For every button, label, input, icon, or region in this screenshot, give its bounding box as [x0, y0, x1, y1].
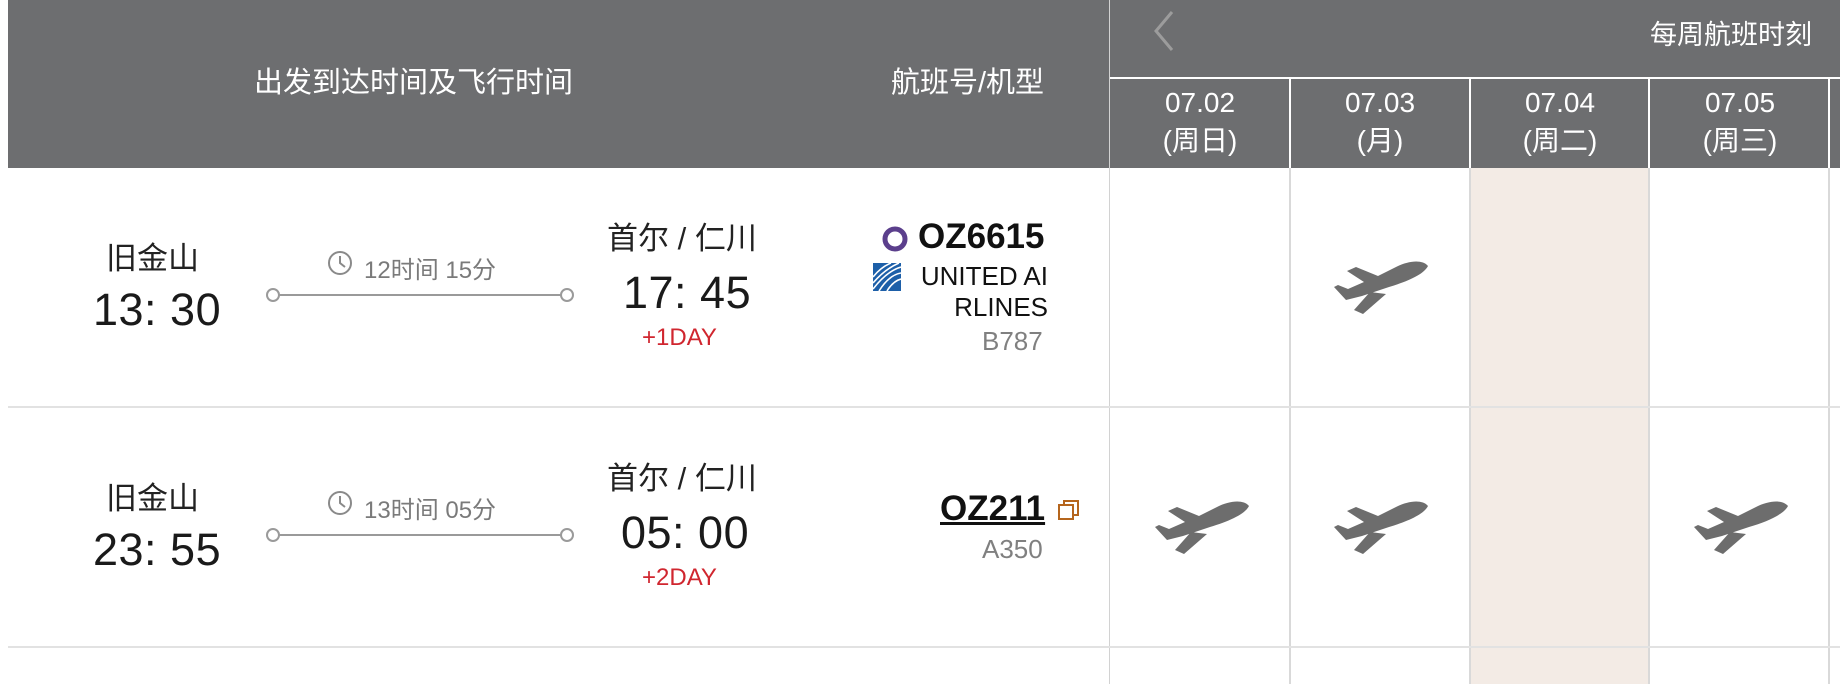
clock-icon — [327, 490, 353, 516]
clock-icon — [327, 250, 353, 276]
day-weekday: (月) — [1356, 125, 1404, 156]
column-divider — [1109, 0, 1110, 684]
day-column-header: 07.04 (周二) — [1471, 84, 1649, 173]
day-weekday: (周二) — [1522, 125, 1598, 156]
column-divider — [1469, 79, 1471, 684]
aircraft-type: B787 — [982, 326, 1043, 356]
day-column-header: 07.02 (周日) — [1111, 84, 1289, 173]
day-weekday: (周三) — [1702, 125, 1778, 156]
day-weekday: (周日) — [1162, 125, 1238, 156]
departure-city: 旧金山 — [106, 481, 199, 516]
plane-icon — [1155, 498, 1251, 556]
plane-icon — [1334, 258, 1430, 316]
duration-track — [273, 534, 567, 536]
track-end-dot — [560, 288, 574, 302]
flight-number: OZ6615 — [918, 217, 1045, 256]
plane-icon — [1694, 498, 1790, 556]
flight-aircraft-header: 航班号/机型 — [891, 67, 1045, 99]
airline-name-line2: RLINES — [954, 292, 1048, 322]
aircraft-type: A350 — [982, 534, 1043, 564]
column-divider — [1648, 79, 1650, 684]
flight-number-link[interactable]: OZ211 — [940, 489, 1045, 529]
codeshare-icon — [882, 226, 908, 252]
header-column-divider — [1648, 79, 1650, 168]
arrival-city: 首尔 / 仁川 — [607, 461, 757, 496]
day-column-header: 07.05 (周三) — [1651, 84, 1829, 173]
day-date: 07.04 — [1524, 87, 1596, 118]
dep-arr-header: 出发到达时间及飞行时间 — [254, 67, 574, 99]
day-date: 07.03 — [1344, 87, 1416, 118]
column-divider — [1289, 79, 1291, 684]
column-divider — [1828, 79, 1830, 684]
united-airlines-logo-icon — [872, 262, 902, 292]
track-start-dot — [266, 528, 280, 542]
prev-week-button[interactable] — [1148, 8, 1180, 54]
day-offset-badge: +1DAY — [642, 324, 717, 351]
flight-duration: 12时间 15分 — [364, 257, 497, 284]
flight-duration: 13时间 05分 — [364, 497, 497, 524]
selected-day-column — [1470, 168, 1648, 684]
departure-time: 13: 30 — [93, 284, 222, 335]
chevron-left-icon — [1154, 11, 1174, 51]
departure-time: 23: 55 — [93, 524, 222, 575]
day-column-header: 07.03 (月) — [1291, 84, 1469, 173]
operating-airline: UNITED AI RLINES — [906, 261, 1048, 323]
plane-icon — [1334, 498, 1430, 556]
open-window-icon[interactable] — [1057, 498, 1081, 522]
airline-name-line1: UNITED AI — [920, 261, 1048, 291]
day-date: 07.02 — [1164, 87, 1236, 118]
row-divider — [8, 406, 1840, 408]
header-column-divider — [1828, 79, 1830, 168]
day-date: 07.05 — [1704, 87, 1776, 118]
departure-city: 旧金山 — [106, 241, 199, 276]
track-end-dot — [560, 528, 574, 542]
weekly-schedule-title: 每周航班时刻 — [1650, 20, 1812, 50]
day-offset-badge: +2DAY — [642, 564, 717, 591]
row-divider — [8, 646, 1840, 648]
arrival-time: 05: 00 — [621, 507, 750, 558]
arrival-city: 首尔 / 仁川 — [607, 221, 757, 256]
duration-track — [273, 294, 567, 296]
header-column-divider — [1289, 79, 1291, 168]
track-start-dot — [266, 288, 280, 302]
header-column-divider — [1469, 79, 1471, 168]
header-divider — [1110, 77, 1840, 79]
arrival-time: 17: 45 — [623, 267, 752, 318]
